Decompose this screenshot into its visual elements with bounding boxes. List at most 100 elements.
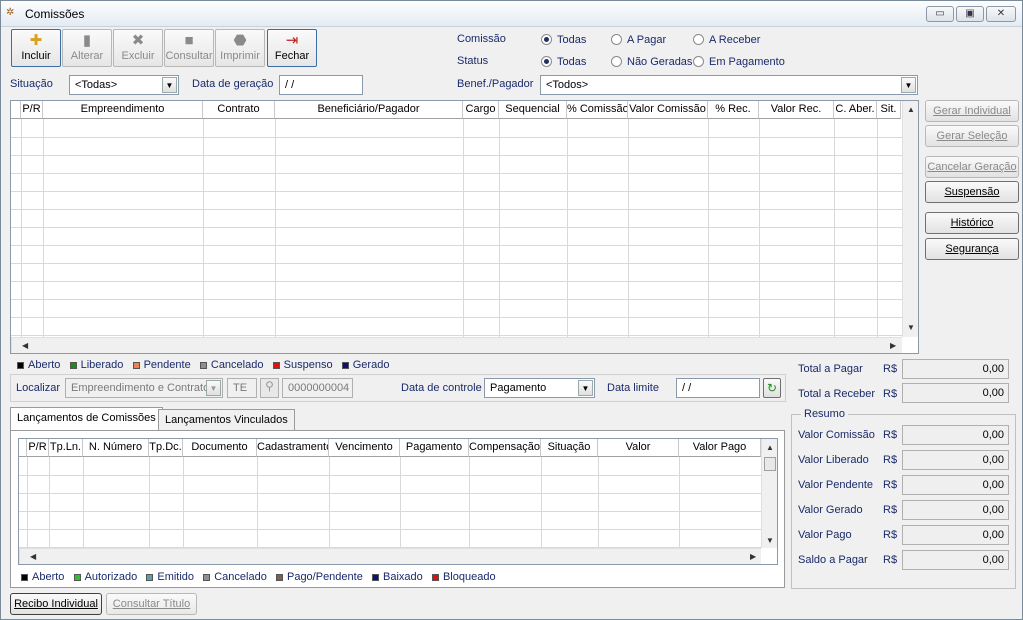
data-geracao-label: Data de geração [192, 78, 274, 90]
total-receber-label: Total a Receber [798, 388, 876, 400]
seguranca-button[interactable]: Segurança [925, 238, 1019, 260]
col-sit: Sit. [877, 101, 901, 119]
tab-lancamentos-comissoes[interactable]: Lançamentos de Comissões [10, 407, 163, 431]
consultar-titulo-button[interactable]: Consultar Título [106, 593, 197, 615]
valor-comissao-value: 0,00 [902, 425, 1009, 445]
currency-label: R$ [883, 479, 898, 491]
col-valor: Valor [598, 439, 679, 457]
print-button[interactable]: ⬣ Imprimir [215, 29, 265, 67]
currency-label: R$ [883, 363, 898, 375]
gerar-individual-button[interactable]: Gerar Individual [925, 100, 1019, 122]
legend-item: Bloqueado [431, 571, 496, 583]
consult-button[interactable]: ■ Consultar [164, 29, 214, 67]
historico-button[interactable]: Histórico [925, 212, 1019, 234]
chevron-down-icon: ▼ [206, 380, 221, 396]
situacao-label: Situação [10, 78, 53, 90]
col-n-numero: N. Número [83, 439, 149, 457]
gerar-selecao-button[interactable]: Gerar Seleção [925, 125, 1019, 147]
launches-grid[interactable]: P/R Tp.Ln. N. Número Tp.Dc. Documento Ca… [18, 438, 778, 565]
close-form-button[interactable]: ⇥ Fechar [267, 29, 317, 67]
col-documento: Documento [183, 439, 257, 457]
currency-label: R$ [883, 554, 898, 566]
col-tp-ln: Tp.Ln. [49, 439, 83, 457]
col-valor-comissao: Valor Comissão [628, 101, 708, 119]
launch-status-legend: Aberto Autorizado Emitido Cancelado Pago… [21, 571, 496, 583]
resumo-label: Valor Gerado [798, 504, 863, 516]
arrow-left-icon: ◀ [30, 552, 37, 561]
scroll-thumb[interactable] [764, 457, 776, 471]
refresh-icon[interactable]: ↻ [763, 378, 781, 398]
saldo-pagar-value: 0,00 [902, 550, 1009, 570]
comissao-label: Comissão [457, 33, 506, 45]
chevron-down-icon: ▼ [578, 380, 593, 396]
valor-gerado-value: 0,00 [902, 500, 1009, 520]
arrow-up-icon: ▲ [766, 443, 774, 452]
col-valor-rec: Valor Rec. [759, 101, 834, 119]
arrow-right-icon: ▶ [890, 341, 897, 350]
data-geracao-input[interactable]: / / [279, 75, 363, 95]
legend-item: Aberto [17, 359, 60, 371]
legend-item: Suspenso [272, 359, 333, 371]
status-todas-radio[interactable] [541, 56, 552, 67]
legend-item: Emitido [146, 571, 194, 583]
legend-item: Pendente [132, 359, 191, 371]
col-pr: P/R [21, 101, 43, 119]
col-cadastramento: Cadastramento [257, 439, 329, 457]
recibo-individual-button[interactable]: Recibo Individual [10, 593, 102, 615]
number-field[interactable]: 0000000004 [282, 378, 353, 398]
legend-item: Baixado [372, 571, 423, 583]
comissao-todas-radio[interactable] [541, 34, 552, 45]
tab-lancamentos-vinculados[interactable]: Lançamentos Vinculados [158, 409, 295, 431]
window-title: Comissões [25, 7, 85, 21]
horizontal-scrollbar[interactable]: ◀ ▶ [19, 548, 761, 564]
col-cargo: Cargo [463, 101, 499, 119]
status-label: Status [457, 55, 489, 67]
legend-item: Pago/Pendente [275, 571, 363, 583]
valor-liberado-value: 0,00 [902, 450, 1009, 470]
localizar-label: Localizar [16, 382, 61, 394]
vertical-scrollbar[interactable]: ▲ ▼ [761, 439, 777, 548]
status-todas-label: Todas [557, 56, 587, 68]
chevron-down-icon: ▼ [901, 77, 916, 93]
resumo-label: Valor Liberado [798, 454, 869, 466]
data-limite-label: Data limite [607, 382, 659, 394]
comissao-pagar-radio[interactable] [611, 34, 622, 45]
cancelar-geracao-button[interactable]: Cancelar Geração [925, 156, 1019, 178]
col-contrato: Contrato [203, 101, 275, 119]
localizar-select[interactable]: Empreendimento e Contrato ▼ [65, 378, 223, 398]
data-controle-select[interactable]: Pagamento ▼ [484, 378, 595, 398]
minimize-button[interactable]: ▭ [926, 6, 954, 22]
arrow-down-icon: ▼ [907, 323, 915, 332]
chevron-down-icon: ▼ [162, 77, 177, 93]
delete-button[interactable]: ✖ Excluir [113, 29, 163, 67]
status-nao-geradas-label: Não Geradas [627, 56, 693, 68]
situacao-select[interactable]: <Todas> ▼ [69, 75, 179, 95]
col-compensacao: Compensação [469, 439, 541, 457]
benef-select[interactable]: <Todos> ▼ [540, 75, 918, 95]
col-tp-dc: Tp.Dc. [149, 439, 183, 457]
valor-pendente-value: 0,00 [902, 475, 1009, 495]
vertical-scrollbar[interactable]: ▲ ▼ [902, 101, 918, 337]
suspensao-button[interactable]: Suspensão [925, 181, 1019, 203]
title-bar: ✲ Comissões ▭ ▣ ✕ [1, 1, 1022, 27]
col-sequencial: Sequencial [499, 101, 567, 119]
currency-label: R$ [883, 504, 898, 516]
main-window: ✲ Comissões ▭ ▣ ✕ ✚ Incluir ▮ Alterar ✖ Exc… [0, 0, 1023, 620]
commissions-grid[interactable]: P/R Empreendimento Contrato Beneficiário… [10, 100, 919, 354]
maximize-button[interactable]: ▣ [956, 6, 984, 22]
comissao-receber-radio[interactable] [693, 34, 704, 45]
status-nao-geradas-radio[interactable] [611, 56, 622, 67]
comissao-todas-label: Todas [557, 34, 587, 46]
currency-label: R$ [883, 454, 898, 466]
currency-label: R$ [883, 388, 898, 400]
edit-button[interactable]: ▮ Alterar [62, 29, 112, 67]
status-em-pagamento-label: Em Pagamento [709, 56, 785, 68]
status-em-pagamento-radio[interactable] [693, 56, 704, 67]
include-button[interactable]: ✚ Incluir [11, 29, 61, 67]
legend-item: Liberado [69, 359, 123, 371]
code-field[interactable]: TE [227, 378, 257, 398]
key-icon[interactable]: ⚲ [260, 378, 279, 398]
horizontal-scrollbar[interactable]: ◀ ▶ [11, 337, 902, 353]
close-button[interactable]: ✕ [986, 6, 1016, 22]
data-limite-input[interactable]: / / [676, 378, 760, 398]
